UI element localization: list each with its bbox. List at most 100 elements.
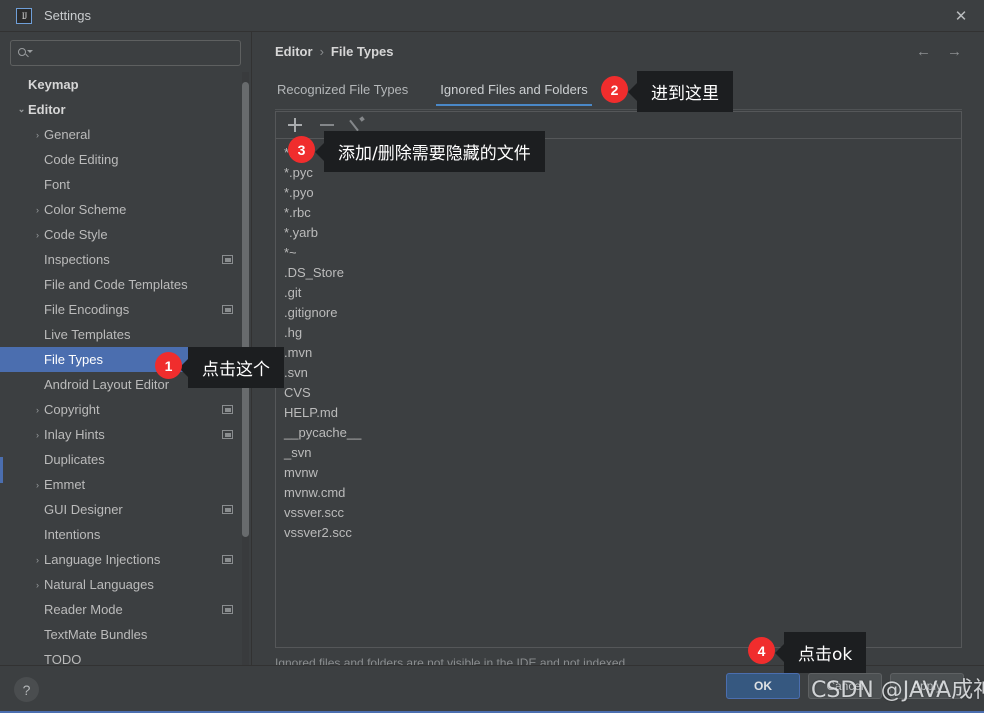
- list-item[interactable]: vssver.scc: [280, 503, 961, 523]
- sidebar-item-language-injections[interactable]: › Language Injections: [0, 547, 251, 572]
- sidebar-item-duplicates[interactable]: Duplicates: [0, 447, 251, 472]
- chevron-icon[interactable]: ›: [31, 478, 44, 491]
- sidebar-item-label: Natural Languages: [44, 577, 154, 592]
- list-item[interactable]: *.pyo: [280, 183, 961, 203]
- list-item[interactable]: __pycache__: [280, 423, 961, 443]
- list-item[interactable]: CVS: [280, 383, 961, 403]
- list-item[interactable]: *~: [280, 243, 961, 263]
- sidebar-item-label: Intentions: [44, 527, 101, 542]
- sidebar-item-label: Language Injections: [44, 552, 161, 567]
- list-item[interactable]: HELP.md: [280, 403, 961, 423]
- breadcrumb-separator-icon: ›: [319, 44, 324, 59]
- sidebar-item-general[interactable]: › General: [0, 122, 251, 147]
- add-icon[interactable]: [285, 115, 305, 135]
- tab-recognized-file-types[interactable]: Recognized File Types: [275, 78, 410, 106]
- list-item[interactable]: *.rbc: [280, 203, 961, 223]
- chevron-icon[interactable]: ›: [31, 128, 44, 141]
- chevron-icon[interactable]: ⌄: [15, 103, 28, 116]
- chevron-icon[interactable]: ›: [31, 403, 44, 416]
- chevron-icon[interactable]: ›: [31, 203, 44, 216]
- sidebar-item-file-encodings[interactable]: File Encodings: [0, 297, 251, 322]
- sidebar-item-label: Inspections: [44, 252, 110, 267]
- sidebar-item-label: File Types: [44, 352, 104, 367]
- chevron-icon[interactable]: ›: [31, 578, 44, 591]
- sidebar-item-label: Live Templates: [44, 327, 131, 342]
- list-item[interactable]: vssver2.scc: [280, 523, 961, 543]
- chevron-icon[interactable]: ›: [31, 228, 44, 241]
- sidebar-item-color-scheme[interactable]: › Color Scheme: [0, 197, 251, 222]
- settings-dialog: IJ Settings ✕ Keymap ⌄ Editor › General Code …: [0, 0, 984, 713]
- search-input[interactable]: [35, 46, 234, 60]
- sidebar-item-natural-languages[interactable]: › Natural Languages: [0, 572, 251, 597]
- sidebar-scrollbar-thumb[interactable]: [242, 82, 249, 537]
- sidebar-item-editor[interactable]: ⌄ Editor: [0, 97, 251, 122]
- sidebar-item-emmet[interactable]: › Emmet: [0, 472, 251, 497]
- breadcrumb-current: File Types: [330, 44, 394, 59]
- sidebar-item-intentions[interactable]: Intentions: [0, 522, 251, 547]
- nav-arrows: ← →: [916, 43, 962, 60]
- help-button[interactable]: ?: [14, 677, 39, 702]
- search-box[interactable]: [10, 40, 241, 66]
- list-item[interactable]: .mvn: [280, 343, 961, 363]
- tab-ignored-files-and-folders[interactable]: Ignored Files and Folders: [436, 78, 593, 106]
- sidebar-item-copyright[interactable]: › Copyright: [0, 397, 251, 422]
- list-item[interactable]: mvnw.cmd: [280, 483, 961, 503]
- sidebar-item-label: Reader Mode: [44, 602, 123, 617]
- list-item[interactable]: *.yarb: [280, 223, 961, 243]
- sidebar-item-label: Inlay Hints: [44, 427, 105, 442]
- settings-scope-icon: [222, 505, 233, 514]
- sidebar-item-label: File and Code Templates: [44, 277, 188, 292]
- annotation-badge-1: 1: [155, 352, 182, 379]
- list-item[interactable]: _svn: [280, 443, 961, 463]
- sidebar-item-inlay-hints[interactable]: › Inlay Hints: [0, 422, 251, 447]
- list-item[interactable]: mvnw: [280, 463, 961, 483]
- forward-arrow-icon[interactable]: →: [947, 43, 962, 60]
- list-item[interactable]: .gitignore: [280, 303, 961, 323]
- annotation-badge-3: 3: [288, 136, 315, 163]
- settings-scope-icon: [222, 430, 233, 439]
- watermark: CSDN @JAVA成神: [811, 678, 984, 703]
- close-icon[interactable]: ✕: [938, 0, 984, 31]
- sidebar-item-keymap[interactable]: Keymap: [0, 72, 251, 97]
- sidebar-edge-marker: [0, 457, 3, 483]
- sidebar-item-textmate-bundles[interactable]: TextMate Bundles: [0, 622, 251, 647]
- settings-scope-icon: [222, 605, 233, 614]
- ignored-files-list[interactable]: *.iml*.pyc*.pyo*.rbc*.yarb*~.DS_Store.gi…: [276, 139, 961, 647]
- sidebar-item-reader-mode[interactable]: Reader Mode: [0, 597, 251, 622]
- sidebar-item-file-and-code-templates[interactable]: File and Code Templates: [0, 272, 251, 297]
- sidebar-item-label: Emmet: [44, 477, 86, 492]
- sidebar-item-label: TextMate Bundles: [44, 627, 148, 642]
- sidebar-item-inspections[interactable]: Inspections: [0, 247, 251, 272]
- breadcrumb-parent[interactable]: Editor: [275, 44, 313, 59]
- back-arrow-icon[interactable]: ←: [916, 43, 931, 60]
- list-item[interactable]: .git: [280, 283, 961, 303]
- sidebar-item-code-editing[interactable]: Code Editing: [0, 147, 251, 172]
- settings-scope-icon: [222, 555, 233, 564]
- chevron-icon[interactable]: ›: [31, 553, 44, 566]
- chevron-icon[interactable]: ›: [31, 428, 44, 441]
- annotation-callout-3: 添加/删除需要隐藏的文件: [315, 131, 545, 172]
- settings-main-panel: Editor › File Types ← → Recognized File …: [252, 32, 984, 670]
- sidebar-item-font[interactable]: Font: [0, 172, 251, 197]
- sidebar-item-label: Editor: [28, 102, 66, 117]
- sidebar-item-label: Duplicates: [44, 452, 105, 467]
- sidebar-item-code-style[interactable]: › Code Style: [0, 222, 251, 247]
- ok-button[interactable]: OK: [726, 673, 800, 699]
- search-container: [0, 32, 251, 66]
- list-item[interactable]: .DS_Store: [280, 263, 961, 283]
- sidebar-item-live-templates[interactable]: Live Templates: [0, 322, 251, 347]
- window-title: Settings: [44, 8, 91, 23]
- annotation-badge-2: 2: [601, 76, 628, 103]
- sidebar-item-gui-designer[interactable]: GUI Designer: [0, 497, 251, 522]
- sidebar-item-todo[interactable]: TODO: [0, 647, 251, 665]
- list-item[interactable]: .svn: [280, 363, 961, 383]
- list-item[interactable]: .hg: [280, 323, 961, 343]
